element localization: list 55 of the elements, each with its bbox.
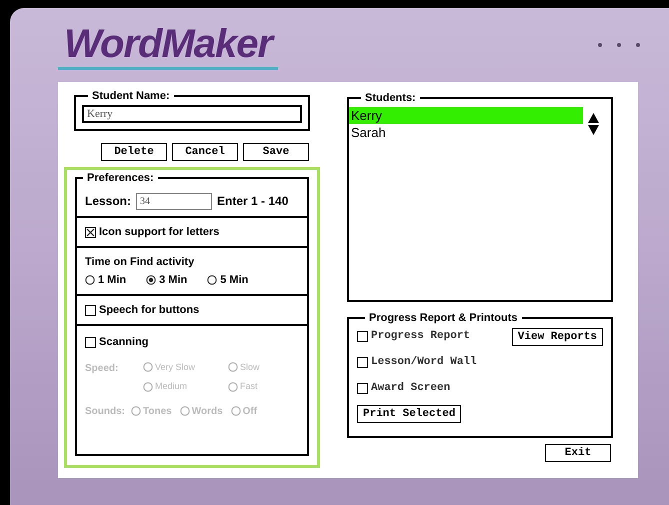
checkbox[interactable] bbox=[85, 226, 96, 238]
group-label: Student Name: bbox=[91, 89, 171, 104]
radio-label: Tones bbox=[143, 404, 172, 418]
group-label: Students: bbox=[364, 91, 417, 106]
exit-button[interactable]: Exit bbox=[545, 444, 611, 462]
scroll-up-arrow-icon[interactable] bbox=[588, 112, 599, 122]
radio-button[interactable] bbox=[228, 362, 238, 372]
radio-label: Fast bbox=[240, 380, 258, 393]
radio-button[interactable] bbox=[143, 382, 153, 392]
checkbox[interactable] bbox=[85, 336, 96, 348]
field-label: Lesson: bbox=[85, 193, 132, 210]
group-label: Preferences: bbox=[86, 170, 155, 186]
checkbox-label: Lesson/Word Wall bbox=[371, 355, 477, 370]
checkbox-label: Scanning bbox=[99, 335, 149, 350]
app-logo: WordMaker bbox=[58, 20, 278, 70]
radio-label: 3 Min bbox=[159, 273, 188, 288]
checkbox-label: Award Screen bbox=[371, 381, 450, 396]
radio-label: 5 Min bbox=[220, 273, 248, 288]
field-hint: Enter 1 - 140 bbox=[217, 193, 288, 210]
checkbox-label: Progress Report bbox=[371, 329, 470, 344]
student-name-field[interactable]: Kerry bbox=[82, 104, 302, 122]
name-action-button[interactable]: Cancel bbox=[172, 142, 238, 160]
radio-button[interactable] bbox=[228, 382, 238, 392]
setting-label: Time on Find activity bbox=[85, 254, 196, 270]
radio-label: Very Slow bbox=[155, 360, 196, 374]
radio-button[interactable] bbox=[180, 406, 190, 416]
student-list-item[interactable]: Sarah bbox=[349, 124, 583, 140]
setting-label: Sounds: bbox=[85, 404, 125, 418]
name-action-button[interactable]: Delete bbox=[101, 142, 167, 160]
radio-button[interactable] bbox=[131, 406, 141, 416]
radio-button[interactable] bbox=[207, 275, 218, 286]
checkbox[interactable] bbox=[357, 331, 368, 342]
radio-button[interactable] bbox=[230, 406, 241, 416]
radio-label: Words bbox=[192, 404, 223, 418]
checkbox[interactable] bbox=[85, 304, 96, 316]
group-label: Progress Report & Printouts bbox=[368, 311, 519, 326]
radio-label: 1 Min bbox=[98, 273, 126, 288]
lesson-field[interactable]: 34 bbox=[136, 192, 212, 210]
radio-button[interactable] bbox=[85, 275, 95, 286]
view-reports-button[interactable]: View Reports bbox=[512, 328, 603, 346]
radio-button[interactable] bbox=[143, 362, 153, 372]
setting-label: Speed: bbox=[85, 362, 120, 376]
checkbox[interactable] bbox=[357, 357, 368, 368]
radio-button[interactable] bbox=[146, 275, 156, 286]
dots-icon bbox=[597, 42, 641, 48]
checkbox-label: Speech for buttons bbox=[99, 302, 200, 318]
checkbox[interactable] bbox=[357, 383, 368, 394]
radio-label: Medium bbox=[155, 380, 188, 393]
print-selected-button[interactable]: Print Selected bbox=[357, 404, 462, 422]
name-action-button[interactable]: Save bbox=[243, 142, 309, 160]
radio-label: Slow bbox=[240, 360, 260, 374]
scroll-down-arrow-icon[interactable] bbox=[588, 124, 599, 134]
student-list-item[interactable]: Kerry bbox=[349, 106, 583, 124]
checkbox-label: Icon support for letters bbox=[99, 224, 220, 240]
radio-label: Off bbox=[242, 404, 258, 418]
